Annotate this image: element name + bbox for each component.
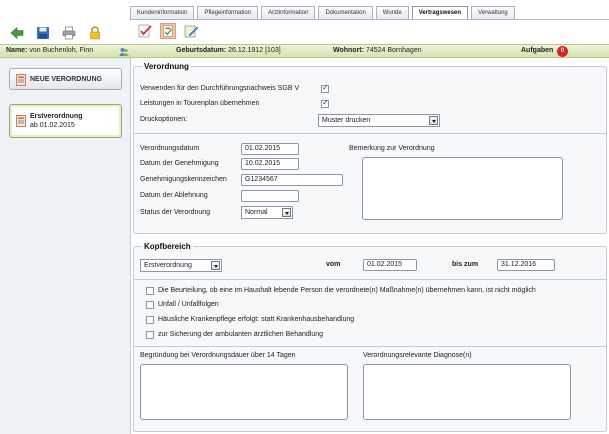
date-input[interactable]: 01.02.2015 [241, 143, 299, 155]
status-label: Status der Verordnung [140, 209, 211, 216]
from-label: vom [326, 261, 341, 268]
print-icon[interactable] [62, 26, 76, 40]
module-tabs: Kundeninformation Pflegeinformation Arzt… [130, 6, 518, 20]
tasks-label[interactable]: Aufgaben [521, 45, 553, 57]
chevron-down-icon[interactable] [211, 261, 220, 270]
reason-textarea[interactable] [140, 364, 348, 420]
print-options-label: Druckoptionen: [140, 116, 188, 123]
accident-label: Unfall / Unfallfolgen [158, 301, 219, 308]
kopfbereich-title: Kopfbereich [142, 242, 193, 251]
approval-id-label: Genehmigungskennzeichen [140, 176, 227, 183]
new-prescription-label: NEUE VERORDNUNG [30, 76, 102, 83]
prescription-list-panel: NEUE VERORDNUNG Erstverordnung ab 01.02.… [0, 58, 131, 434]
chevron-down-icon[interactable] [429, 116, 438, 125]
new-prescription-button[interactable]: NEUE VERORDNUNG [9, 68, 122, 90]
hospital-replacement-label: Häusliche Krankenpflege erfolgt: statt K… [158, 316, 355, 323]
tab-verwaltung[interactable]: Verwaltung [471, 6, 515, 19]
rejection-date-input[interactable] [241, 190, 299, 202]
print-options-select[interactable]: Muster drucken [318, 114, 440, 127]
approval-date-input[interactable]: 10.02.2015 [241, 158, 299, 170]
prescription-item-date: ab 01.02.2015 [30, 122, 75, 129]
remark-textarea[interactable] [362, 157, 563, 220]
prescription-icon[interactable] [160, 23, 176, 39]
tabs-divider [130, 19, 609, 20]
divider [134, 346, 606, 347]
tab-kundeninformation[interactable]: Kundeninformation [130, 6, 195, 19]
prescription-detail: Verordnung Verwenden für den Durchführun… [131, 58, 609, 434]
patient-name: Name: von Buchenloh, Finn [6, 47, 94, 54]
approval-date-label: Datum der Genehmigung [140, 160, 219, 167]
sgb-label: Verwenden für den Durchführungsnachweis … [140, 85, 300, 92]
diagnosis-label: Verordnungsrelevante Diagnose(n) [363, 352, 472, 359]
diagnosis-textarea[interactable] [363, 364, 571, 420]
save-icon[interactable] [36, 26, 50, 40]
reason-label: Begründung bei Verordnungsdauer über 14 … [140, 352, 296, 359]
patient-birthdate: Geburtsdatum: 26.12.1912 [103] [176, 47, 281, 54]
to-date-input[interactable]: 31.12.2016 [497, 259, 555, 271]
approval-id-input[interactable]: G1234567 [241, 174, 343, 186]
tab-dokumentation[interactable]: Dokumentation [318, 6, 373, 19]
tasks-count-badge[interactable]: 0 [557, 46, 568, 57]
assessment-label: Die Beurteilung, ob eine im Haushalt leb… [158, 287, 536, 294]
lock-icon[interactable] [88, 26, 102, 40]
divider [134, 133, 606, 134]
prescription-type-select[interactable]: Erstverordnung [140, 259, 222, 272]
edit-document-icon[interactable] [183, 23, 199, 39]
kopfbereich-section: Kopfbereich Erstverordnung vom 01.02.201… [133, 242, 607, 432]
arrow-left-icon[interactable] [10, 26, 24, 40]
main-toolbar: Kundeninformation Pflegeinformation Arzt… [0, 0, 609, 44]
tour-checkbox[interactable] [321, 98, 329, 108]
rejection-date-label: Datum der Ablehnung [140, 192, 208, 199]
verordnung-title: Verordnung [142, 62, 191, 71]
tab-arztinformation[interactable]: Arztinformation [261, 6, 316, 19]
prescription-document-icon [16, 115, 26, 127]
hospital-replacement-checkbox[interactable] [146, 316, 154, 324]
print-options-value: Muster drucken [322, 117, 371, 124]
patient-address: Wohnort: 74524 Bornhagen [333, 47, 422, 54]
divider [134, 279, 606, 280]
status-select[interactable]: Normal [241, 206, 293, 219]
outpatient-support-label: zur Sicherung der ambulanten ärztlichen … [158, 331, 323, 338]
from-date-input[interactable]: 01.02.2015 [363, 259, 417, 271]
accident-checkbox[interactable] [146, 301, 154, 309]
chevron-down-icon[interactable] [282, 208, 291, 217]
verordnung-section: Verordnung Verwenden für den Durchführun… [133, 62, 607, 234]
tab-vertragswesen[interactable]: Vertragswesen [411, 6, 469, 20]
to-label: bis zum [452, 261, 479, 268]
remark-label: Bemerkung zur Verordnung [349, 145, 435, 152]
new-document-icon [16, 74, 26, 86]
sgb-checkbox[interactable] [321, 83, 329, 93]
status-value: Normal [245, 209, 268, 216]
date-label: Verordnungsdatum [140, 145, 200, 152]
tour-label: Leistungen in Tourenplan übernehmen [140, 100, 260, 107]
patient-info-bar: Name: von Buchenloh, Finn Geburtsdatum: … [0, 44, 609, 58]
prescription-item-title: Erstverordnung [30, 113, 83, 120]
tab-wunde[interactable]: Wunde [375, 6, 409, 19]
people-icon[interactable] [119, 47, 129, 57]
prescription-list-item[interactable]: Erstverordnung ab 01.02.2015 [9, 104, 122, 138]
checklist-icon[interactable] [137, 23, 153, 39]
outpatient-support-checkbox[interactable] [146, 331, 154, 339]
prescription-type-value: Erstverordnung [144, 262, 192, 269]
assessment-checkbox[interactable] [146, 287, 154, 295]
tab-pflegeinformation[interactable]: Pflegeinformation [197, 6, 259, 19]
